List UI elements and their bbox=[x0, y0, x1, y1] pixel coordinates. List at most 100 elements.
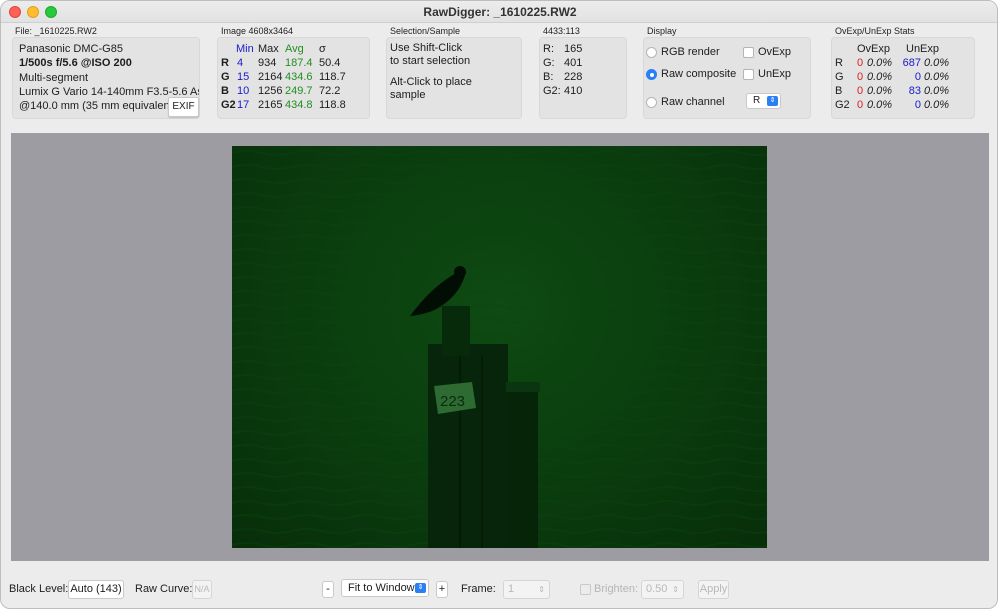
raw-channel-label: Raw channel bbox=[661, 96, 725, 108]
exp-row-ch: G bbox=[835, 71, 844, 83]
stat-row-max: 934 bbox=[258, 57, 277, 69]
sample-coords-label: 4433:113 bbox=[543, 26, 580, 36]
raw-image-preview[interactable]: 223 bbox=[232, 146, 767, 548]
exp-row-un-pct: 0.0% bbox=[924, 71, 950, 83]
exp-row-un-pct: 0.0% bbox=[924, 85, 950, 97]
exp-row-un-pct: 0.0% bbox=[924, 99, 950, 111]
black-level-field[interactable]: Auto (143) bbox=[68, 580, 124, 599]
black-level-label: Black Level: bbox=[9, 583, 69, 595]
stat-row-sigma: 72.2 bbox=[319, 85, 341, 97]
raw-curve-field[interactable]: N/A bbox=[192, 580, 212, 599]
exp-row-ov: 0 bbox=[857, 57, 864, 69]
window-title: RawDigger: _1610225.RW2 bbox=[423, 5, 577, 19]
image-stats-label: Image 4608x3464 bbox=[221, 26, 294, 36]
stat-row-sigma: 50.4 bbox=[319, 57, 341, 69]
post-tag-number: 223 bbox=[440, 393, 465, 410]
stat-row-sigma: 118.7 bbox=[319, 71, 346, 83]
selection-hint-3: Alt-Click to place bbox=[390, 76, 472, 88]
exp-stats-label: OvExp/UnExp Stats bbox=[835, 26, 915, 36]
sample-ch: B: bbox=[543, 71, 554, 83]
stat-row-ch: B bbox=[221, 85, 229, 97]
exp-row-ov-pct: 0.0% bbox=[867, 85, 893, 97]
focal-length: @140.0 mm (35 mm equivalent: bbox=[19, 100, 176, 112]
frame-label: Frame: bbox=[461, 583, 496, 595]
zoom-in-button[interactable]: + bbox=[436, 581, 448, 598]
bird-on-post-photo: 223 bbox=[232, 146, 767, 548]
stat-row-min: 15 bbox=[237, 71, 250, 83]
ovexp-label: OvExp bbox=[758, 46, 792, 58]
exp-row-ov: 0 bbox=[857, 71, 864, 83]
ovexp-checkbox[interactable] bbox=[743, 47, 754, 58]
stat-row-max: 2165 bbox=[258, 99, 283, 111]
raw-composite-label: Raw composite bbox=[661, 68, 737, 80]
brighten-checkbox[interactable] bbox=[580, 584, 591, 595]
sample-val: 401 bbox=[564, 57, 583, 69]
stat-row-min: 4 bbox=[237, 57, 244, 69]
exp-row-ch: B bbox=[835, 85, 843, 97]
sample-ch: G: bbox=[543, 57, 555, 69]
brighten-value: 0.50 bbox=[646, 583, 668, 595]
stat-row-ch: G bbox=[221, 71, 230, 83]
sample-val: 165 bbox=[564, 43, 583, 55]
stat-row-min: 17 bbox=[237, 99, 250, 111]
stat-row-avg: 434.6 bbox=[285, 71, 313, 83]
unexp-checkbox[interactable] bbox=[743, 69, 754, 80]
rgb-render-radio[interactable] bbox=[646, 47, 657, 58]
raw-curve-label: Raw Curve: bbox=[135, 583, 193, 595]
frame-value: 1 bbox=[508, 583, 515, 595]
exp-row-un: 0 bbox=[914, 71, 921, 83]
raw-channel-select[interactable]: R ⇕ bbox=[746, 93, 781, 109]
exp-row-ov: 0 bbox=[857, 99, 864, 111]
stat-row-avg: 249.7 bbox=[285, 85, 313, 97]
unexp-label: UnExp bbox=[758, 68, 792, 80]
zoom-value: Fit to Window bbox=[348, 582, 415, 594]
stat-row-max: 2164 bbox=[258, 71, 283, 83]
sample-val: 228 bbox=[564, 71, 583, 83]
chevron-updown-icon: ⇕ bbox=[415, 583, 426, 593]
selection-hint-1: Use Shift-Click bbox=[390, 42, 463, 54]
frame-stepper[interactable]: 1 ⇕ bbox=[503, 580, 550, 599]
exif-button[interactable]: EXIF bbox=[168, 97, 199, 117]
exp-row-ch: R bbox=[835, 57, 843, 69]
raw-channel-value: R bbox=[753, 95, 761, 106]
header-max: Max bbox=[258, 43, 279, 55]
exp-row-ov-pct: 0.0% bbox=[867, 71, 893, 83]
title-bar: RawDigger: _1610225.RW2 bbox=[1, 1, 997, 23]
rgb-render-label: RGB render bbox=[661, 46, 720, 58]
stat-row-avg: 187.4 bbox=[285, 57, 313, 69]
raw-composite-radio[interactable] bbox=[646, 69, 657, 80]
stat-row-min: 10 bbox=[237, 85, 250, 97]
stat-row-max: 1256 bbox=[258, 85, 283, 97]
raw-channel-radio[interactable] bbox=[646, 97, 657, 108]
brighten-label: Brighten: bbox=[594, 583, 639, 595]
app-window: RawDigger: _1610225.RW2 File: _1610225.R… bbox=[0, 0, 998, 609]
sample-val: 410 bbox=[564, 85, 583, 97]
apply-button[interactable]: Apply bbox=[698, 580, 729, 599]
exp-row-un: 0 bbox=[914, 99, 921, 111]
header-min: Min bbox=[236, 43, 254, 55]
exp-row-un: 83 bbox=[908, 85, 921, 97]
zoom-out-button[interactable]: - bbox=[322, 581, 334, 598]
header-ovexp: OvExp bbox=[857, 43, 891, 55]
exp-row-ov: 0 bbox=[857, 85, 864, 97]
stat-row-ch: R bbox=[221, 57, 229, 69]
zoom-select[interactable]: Fit to Window ⇕ bbox=[341, 579, 429, 597]
header-unexp: UnExp bbox=[906, 43, 940, 55]
header-avg: Avg bbox=[285, 43, 304, 55]
brighten-stepper[interactable]: 0.50 ⇕ bbox=[641, 580, 684, 599]
chevron-updown-icon: ⇕ bbox=[767, 96, 778, 106]
exp-row-ov-pct: 0.0% bbox=[867, 99, 893, 111]
exp-row-ch: G2 bbox=[835, 99, 850, 111]
stepper-icon: ⇕ bbox=[672, 585, 679, 594]
stepper-icon: ⇕ bbox=[538, 585, 545, 594]
selection-label: Selection/Sample bbox=[390, 26, 461, 36]
stat-row-avg: 434.8 bbox=[285, 99, 313, 111]
bottom-toolbar: Black Level: Auto (143) Raw Curve: N/A -… bbox=[1, 569, 997, 608]
selection-hint-4: sample bbox=[390, 89, 426, 101]
display-label: Display bbox=[647, 26, 677, 36]
metering-mode: Multi-segment bbox=[19, 72, 89, 84]
selection-hint-2: to start selection bbox=[390, 55, 471, 67]
header-sigma: σ bbox=[319, 43, 326, 55]
exp-row-un-pct: 0.0% bbox=[924, 57, 950, 69]
sample-ch: G2: bbox=[543, 85, 561, 97]
